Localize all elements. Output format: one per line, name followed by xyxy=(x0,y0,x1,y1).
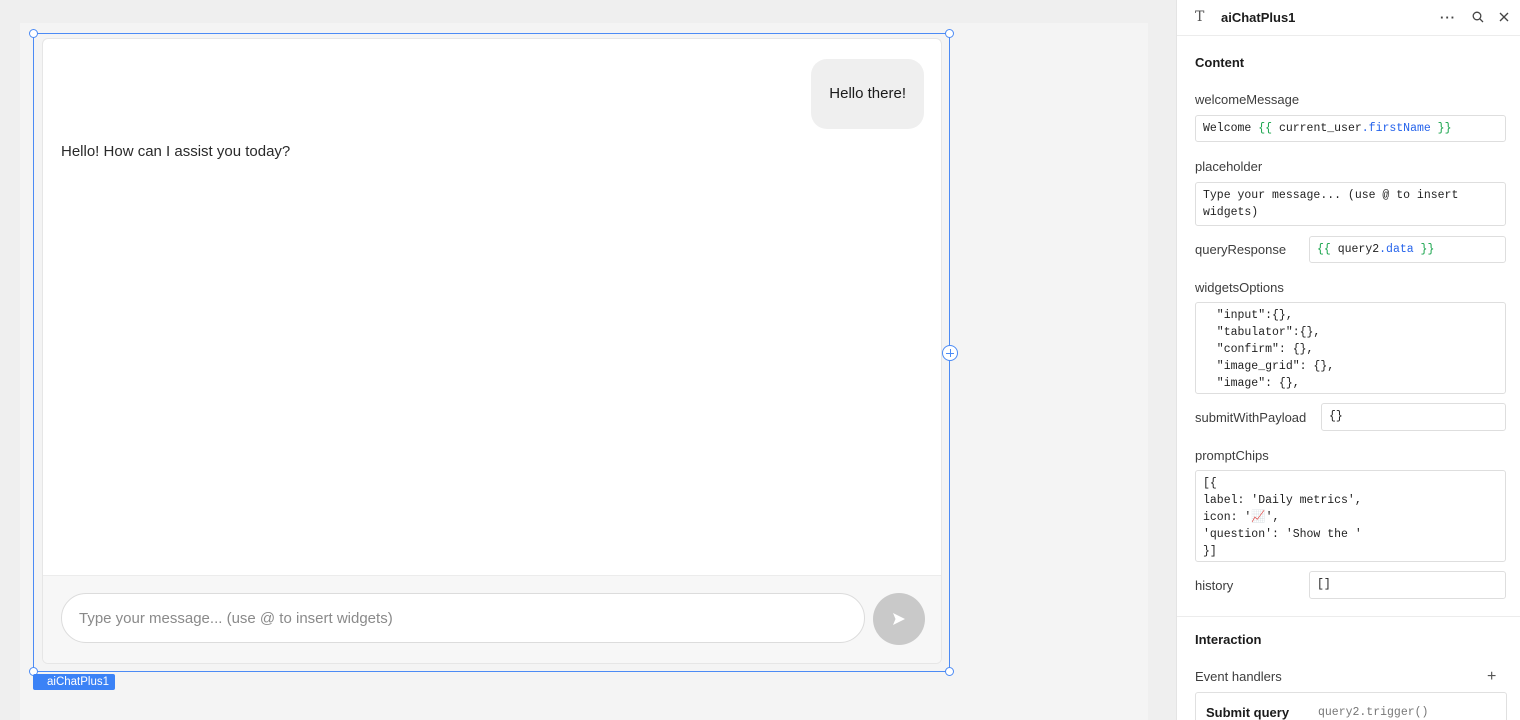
template-close: }} xyxy=(1413,243,1435,256)
placeholder-field[interactable]: Type your message... (use @ to insert wi… xyxy=(1195,182,1506,226)
user-message-bubble: Hello there! xyxy=(811,59,924,129)
widget-name-tag[interactable]: aiChatPlus1 xyxy=(33,674,116,690)
query-response-label: queryResponse xyxy=(1195,242,1287,257)
template-prop: .firstName xyxy=(1361,122,1431,135)
inspector-header: T aiChatPlus1 ··· xyxy=(1177,0,1520,36)
widgets-options-field[interactable]: "input":{}, "tabulator":{}, "confirm": {… xyxy=(1195,302,1506,394)
template-close: }} xyxy=(1430,122,1452,135)
template-ident: current_user xyxy=(1278,122,1362,135)
resize-handle-bottom-right[interactable] xyxy=(945,667,954,676)
add-event-handler-icon[interactable]: + xyxy=(1487,668,1496,686)
welcome-message-field[interactable]: Welcome {{ current_user.firstName }} xyxy=(1195,115,1506,142)
resize-handle-top-right[interactable] xyxy=(945,29,954,38)
template-open: {{ xyxy=(1317,243,1338,256)
history-field[interactable]: [] xyxy=(1309,571,1506,599)
send-button[interactable] xyxy=(873,593,925,645)
history-label: history xyxy=(1195,578,1234,593)
close-icon[interactable] xyxy=(1495,8,1513,26)
send-icon xyxy=(893,613,905,625)
section-divider xyxy=(1177,616,1520,617)
placeholder-label: placeholder xyxy=(1195,159,1263,174)
text-type-icon: T xyxy=(1195,9,1205,25)
chat-input-bar xyxy=(43,575,941,663)
submit-with-payload-label: submitWithPayload xyxy=(1195,410,1307,425)
resize-handle-top-left[interactable] xyxy=(29,29,38,38)
resize-handle-right[interactable] xyxy=(942,345,958,361)
welcome-prefix: Welcome xyxy=(1203,122,1259,135)
search-icon[interactable] xyxy=(1469,8,1487,26)
template-prop: .data xyxy=(1379,243,1414,256)
prompt-chips-field[interactable]: [{ label: 'Daily metrics', icon: '📈', 'q… xyxy=(1195,470,1506,562)
template-open: {{ xyxy=(1258,122,1279,135)
submit-with-payload-field[interactable]: {} xyxy=(1321,403,1506,431)
interaction-section-title[interactable]: Interaction xyxy=(1195,632,1261,647)
event-handler-action: query2.trigger() xyxy=(1318,706,1429,719)
content-section-title[interactable]: Content xyxy=(1195,55,1244,70)
widgets-options-label: widgetsOptions xyxy=(1195,280,1284,295)
editor-canvas: Hello there! Hello! How can I assist you… xyxy=(0,0,1176,720)
event-handler-row[interactable]: Submit query query2.trigger() xyxy=(1195,692,1507,720)
message-input[interactable] xyxy=(61,593,865,643)
more-icon[interactable]: ··· xyxy=(1439,8,1457,26)
component-name[interactable]: aiChatPlus1 xyxy=(1221,10,1295,25)
chat-container: Hello there! Hello! How can I assist you… xyxy=(42,38,942,664)
template-ident: query2 xyxy=(1337,243,1380,256)
prompt-chips-label: promptChips xyxy=(1195,448,1269,463)
event-handler-name: Submit query xyxy=(1206,705,1290,720)
event-handlers-label: Event handlers xyxy=(1195,669,1282,684)
welcome-message-label: welcomeMessage xyxy=(1195,92,1300,107)
bot-message: Hello! How can I assist you today? xyxy=(61,143,291,160)
query-response-field[interactable]: {{ query2.data }} xyxy=(1309,236,1506,263)
inspector-panel: T aiChatPlus1 ··· Content welcomeMessage… xyxy=(1176,0,1520,720)
ai-chat-widget-selection[interactable]: Hello there! Hello! How can I assist you… xyxy=(29,29,958,676)
